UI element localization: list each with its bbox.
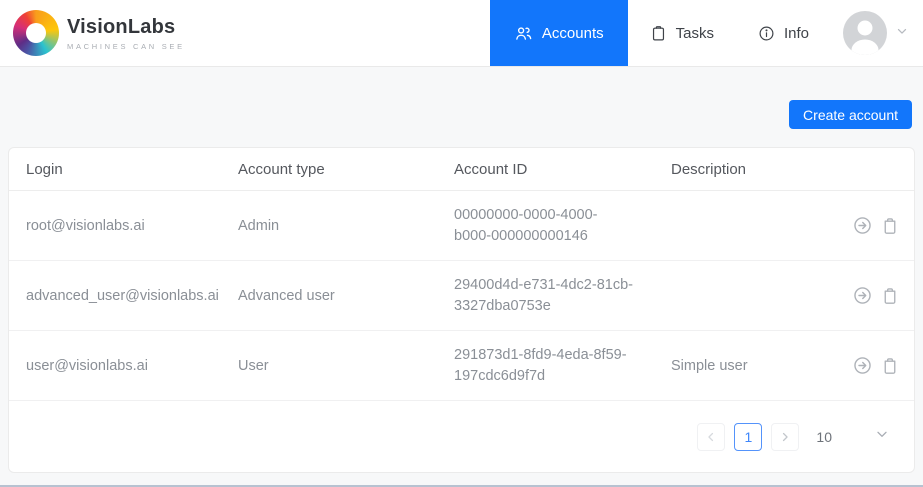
pagination-page-1-button[interactable]: 1 [734, 423, 762, 451]
chevron-left-icon [704, 430, 718, 444]
brand-tagline: MACHINES CAN SEE [67, 42, 185, 51]
chevron-right-icon [778, 430, 792, 444]
delete-icon[interactable] [880, 216, 900, 236]
user-menu-chevron-down-icon[interactable] [895, 24, 909, 43]
tab-tasks[interactable]: Tasks [628, 0, 736, 66]
accounts-table: Login Account type Account ID Descriptio… [8, 147, 915, 473]
table-row: advanced_user@visionlabs.ai Advanced use… [9, 261, 914, 331]
tab-info[interactable]: Info [736, 0, 831, 66]
table-row: root@visionlabs.ai Admin 00000000-0000-4… [9, 191, 914, 261]
cell-account-id: 291873d1-8fd9-4eda-8f59- 197cdc6d9f7d [437, 345, 654, 387]
cell-login: root@visionlabs.ai [9, 218, 221, 234]
visionlabs-logo-icon [13, 10, 59, 56]
tab-accounts-label: Accounts [542, 25, 604, 42]
column-header-description: Description [654, 161, 850, 178]
go-to-account-icon[interactable] [852, 215, 873, 236]
delete-icon[interactable] [880, 286, 900, 306]
pagination-prev-button[interactable] [697, 423, 725, 451]
cell-account-type: User [221, 358, 437, 374]
page-size-value[interactable]: 10 [816, 429, 832, 445]
go-to-account-icon[interactable] [852, 355, 873, 376]
toolbar: Create account [0, 67, 923, 129]
column-header-account-id: Account ID [437, 161, 654, 178]
column-header-login: Login [9, 161, 221, 178]
cell-account-type: Admin [221, 218, 437, 234]
table-header-row: Login Account type Account ID Descriptio… [9, 148, 914, 191]
delete-icon[interactable] [880, 356, 900, 376]
avatar-person-icon [843, 11, 887, 55]
go-to-account-icon[interactable] [852, 285, 873, 306]
page-size-chevron-down-icon[interactable] [874, 426, 890, 447]
user-menu [831, 11, 923, 55]
cell-account-id: 00000000-0000-4000- b000-000000000146 [437, 205, 654, 247]
clipboard-icon [650, 25, 667, 42]
table-row: user@visionlabs.ai User 291873d1-8fd9-4e… [9, 331, 914, 401]
main-nav: Accounts Tasks Info [490, 0, 831, 66]
brand-name: VisionLabs [67, 16, 185, 39]
brand-logo: VisionLabs MACHINES CAN SEE [0, 10, 185, 56]
info-circle-icon [758, 25, 775, 42]
table-footer: 1 10 [9, 401, 914, 472]
tab-accounts[interactable]: Accounts [490, 0, 628, 66]
column-header-account-type: Account type [221, 161, 437, 178]
pagination-next-button[interactable] [771, 423, 799, 451]
tab-info-label: Info [784, 25, 809, 42]
cell-description: Simple user [654, 358, 850, 374]
cell-account-type: Advanced user [221, 288, 437, 304]
create-account-button[interactable]: Create account [789, 100, 912, 129]
people-icon [514, 24, 533, 43]
cell-login: advanced_user@visionlabs.ai [9, 288, 221, 304]
app-header: VisionLabs MACHINES CAN SEE Accounts [0, 0, 923, 67]
cell-account-id: 29400d4d-e731-4dc2-81cb- 3327dba0753e [437, 275, 654, 317]
cell-login: user@visionlabs.ai [9, 358, 221, 374]
avatar[interactable] [843, 11, 887, 55]
tab-tasks-label: Tasks [676, 25, 714, 42]
